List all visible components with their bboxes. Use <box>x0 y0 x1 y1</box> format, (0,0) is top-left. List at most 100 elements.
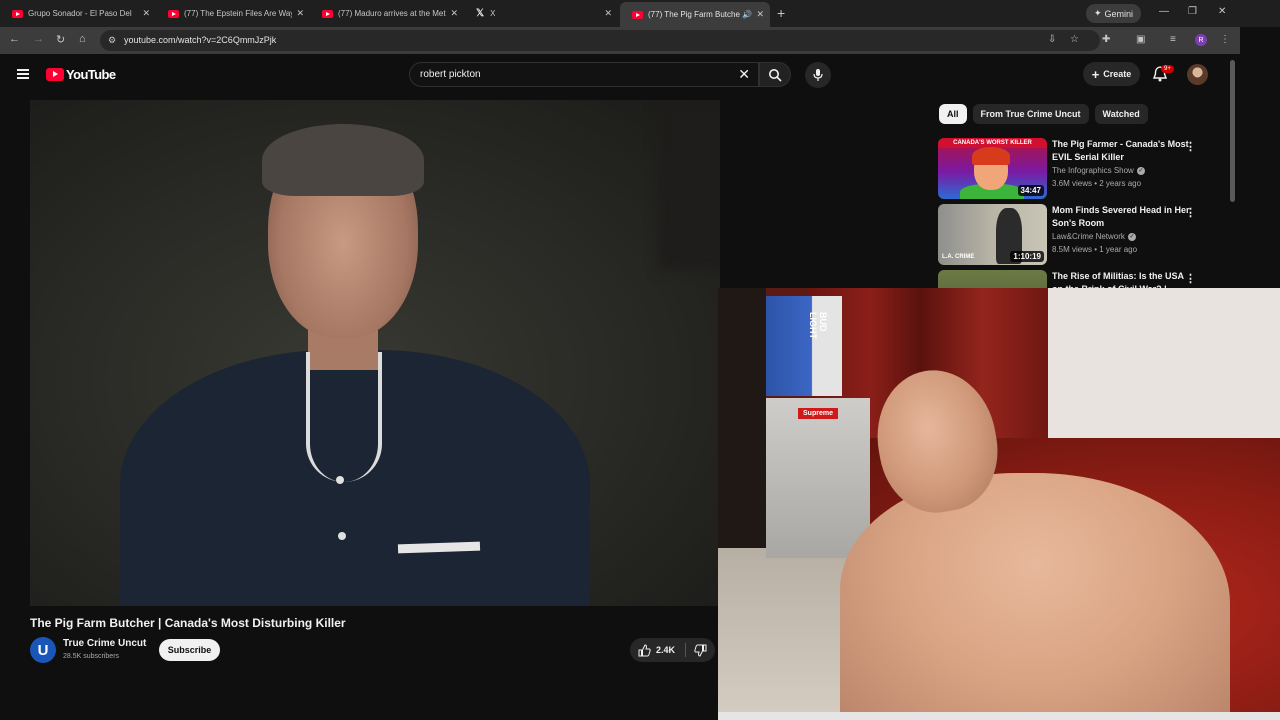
recommended-video[interactable]: L.A. CRIME 1:10:19 Mom Finds Severed Hea… <box>938 204 1208 266</box>
close-tab-icon[interactable]: ✕ <box>142 8 150 19</box>
thumbnail-figure <box>972 147 1010 165</box>
tab-title: (77) Maduro arrives at the Met <box>338 9 446 18</box>
subscribe-button[interactable]: Subscribe <box>159 639 220 661</box>
more-options-icon[interactable]: ⋮ <box>1185 272 1196 285</box>
browser-tab[interactable]: 𝕏 X ✕ <box>464 4 618 23</box>
video-player[interactable] <box>30 100 720 606</box>
browser-tab[interactable]: Grupo Sonador - El Paso Del Gi ✕ <box>0 4 156 23</box>
tab-title: (77) The Pig Farm Butcher | <box>648 10 740 19</box>
extensions-icon[interactable]: ✚ <box>1102 34 1110 45</box>
notification-count-badge: 9+ <box>1161 65 1174 73</box>
recommendation-filter-chips: All From True Crime Uncut Watched <box>939 104 1148 124</box>
webcam-box: BUD LIGHT <box>766 296 842 396</box>
home-icon[interactable]: ⌂ <box>79 33 86 45</box>
recommended-title[interactable]: The Pig Farmer - Canada's Most EVIL Seri… <box>1052 138 1190 164</box>
recommended-video[interactable]: The Rise of Militias: Is the USA on the … <box>938 270 1208 288</box>
browser-tab[interactable]: (77) Maduro arrives at the Met ✕ <box>310 4 464 23</box>
hamburger-menu-icon[interactable] <box>17 69 29 79</box>
close-window-icon[interactable]: ✕ <box>1218 6 1226 17</box>
webcam-sticker: Supreme <box>798 408 838 419</box>
chip-from-channel[interactable]: From True Crime Uncut <box>972 104 1089 124</box>
reload-icon[interactable]: ↻ <box>56 33 65 46</box>
video-thumbnail[interactable] <box>938 270 1047 288</box>
close-tab-icon[interactable]: ✕ <box>450 8 458 19</box>
video-subject-hair <box>262 124 424 196</box>
recommended-channel[interactable]: Law&Crime Network ✓ <box>1052 232 1136 241</box>
verified-icon: ✓ <box>1127 232 1136 241</box>
thumbs-up-icon[interactable] <box>638 643 651 657</box>
recommended-video[interactable]: CANADA'S WORST KILLER 34:47 The Pig Farm… <box>938 138 1208 200</box>
forward-icon[interactable]: → <box>33 33 44 45</box>
webcam-floor <box>718 548 848 720</box>
new-tab-icon[interactable]: + <box>777 5 785 21</box>
recommended-meta: 8.5M views • 1 year ago <box>1052 245 1138 254</box>
duration-badge: 1:10:19 <box>1010 251 1044 262</box>
channel-name[interactable]: True Crime Uncut <box>63 638 146 649</box>
more-options-icon[interactable]: ⋮ <box>1185 140 1196 153</box>
browser-tab-active[interactable]: (77) The Pig Farm Butcher | 🔊 ✕ <box>620 2 770 27</box>
recommended-meta: 3.6M views • 2 years ago <box>1052 179 1142 188</box>
search-input[interactable]: robert pickton ✕ <box>409 62 759 87</box>
browser-tab[interactable]: (77) The Epstein Files Are Way ✕ <box>156 4 310 23</box>
divider <box>685 643 687 657</box>
webcam-shadow <box>718 288 766 548</box>
more-options-icon[interactable]: ⋮ <box>1185 206 1196 219</box>
youtube-header: YouTube robert pickton ✕ + Create <box>0 54 1240 94</box>
box-logo: BUD LIGHT <box>808 312 828 339</box>
bookmark-star-icon[interactable]: ☆ <box>1070 34 1079 45</box>
youtube-wordmark: YouTube <box>66 67 116 82</box>
close-tab-icon[interactable]: ✕ <box>756 9 764 20</box>
close-tab-icon[interactable]: ✕ <box>604 8 612 19</box>
create-button[interactable]: + Create <box>1083 62 1140 86</box>
browser-toolbar: ← → ↻ ⌂ ⚙ youtube.com/watch?v=2C6QmmJzPj… <box>0 27 1240 54</box>
youtube-icon <box>322 9 333 18</box>
webcam-desk-edge <box>718 712 1280 720</box>
page-scrollbar[interactable] <box>1230 60 1235 202</box>
side-panel-icon[interactable]: ▣ <box>1136 34 1145 45</box>
install-app-icon[interactable]: ⇩ <box>1048 34 1056 45</box>
address-bar[interactable]: ⚙ youtube.com/watch?v=2C6QmmJzPjk <box>100 30 1100 51</box>
chip-all[interactable]: All <box>939 104 967 124</box>
minimize-icon[interactable]: — <box>1159 6 1169 17</box>
youtube-icon <box>12 9 23 18</box>
tab-title: (77) The Epstein Files Are Way <box>184 9 292 18</box>
back-icon[interactable]: ← <box>9 33 20 45</box>
duration-badge: 34:47 <box>1017 185 1044 196</box>
youtube-logo[interactable]: YouTube <box>46 67 116 82</box>
search-button[interactable] <box>759 62 791 87</box>
webcam-overlay: BUD LIGHT Supreme <box>718 288 1280 720</box>
chip-watched[interactable]: Watched <box>1094 104 1148 124</box>
video-thumbnail[interactable]: L.A. CRIME 1:10:19 <box>938 204 1047 265</box>
restore-icon[interactable]: ❐ <box>1188 6 1197 17</box>
channel-avatar[interactable]: U <box>30 637 56 663</box>
user-avatar[interactable] <box>1187 64 1208 85</box>
menu-kebab-icon[interactable]: ⋮ <box>1220 34 1230 45</box>
recommended-title[interactable]: Mom Finds Severed Head in Her Son's Room <box>1052 204 1190 230</box>
clear-search-icon[interactable]: ✕ <box>738 66 750 83</box>
gemini-label: Gemini <box>1104 8 1134 19</box>
webcam-mini-fridge <box>766 398 870 558</box>
voice-search-button[interactable] <box>805 62 831 88</box>
video-subject-collar <box>306 352 382 482</box>
plus-icon: + <box>1091 66 1100 82</box>
background-picture-frame <box>658 100 720 270</box>
search-query: robert pickton <box>420 69 481 80</box>
create-label: Create <box>1103 69 1132 79</box>
close-tab-icon[interactable]: ✕ <box>296 8 304 19</box>
browser-profile-avatar[interactable]: R <box>1195 34 1207 46</box>
like-dislike-bar: 2.4K <box>630 638 715 662</box>
recommended-title[interactable]: The Rise of Militias: Is the USA on the … <box>1052 270 1190 288</box>
recommended-channel[interactable]: The Infographics Show ✓ <box>1052 166 1145 175</box>
site-info-icon[interactable]: ⚙ <box>108 35 116 46</box>
speaker-icon[interactable]: 🔊 <box>742 10 752 19</box>
youtube-icon <box>632 10 643 19</box>
microphone-icon <box>813 69 823 81</box>
like-count: 2.4K <box>656 645 676 655</box>
gemini-button[interactable]: ✦ Gemini <box>1086 4 1141 23</box>
thumbs-down-icon[interactable] <box>694 644 707 657</box>
url-text: youtube.com/watch?v=2C6QmmJzPjk <box>124 35 277 45</box>
subscriber-count: 28.5K subscribers <box>63 653 120 660</box>
verified-icon: ✓ <box>1136 166 1145 175</box>
video-thumbnail[interactable]: CANADA'S WORST KILLER 34:47 <box>938 138 1047 199</box>
reading-list-icon[interactable]: ≡ <box>1170 34 1176 45</box>
